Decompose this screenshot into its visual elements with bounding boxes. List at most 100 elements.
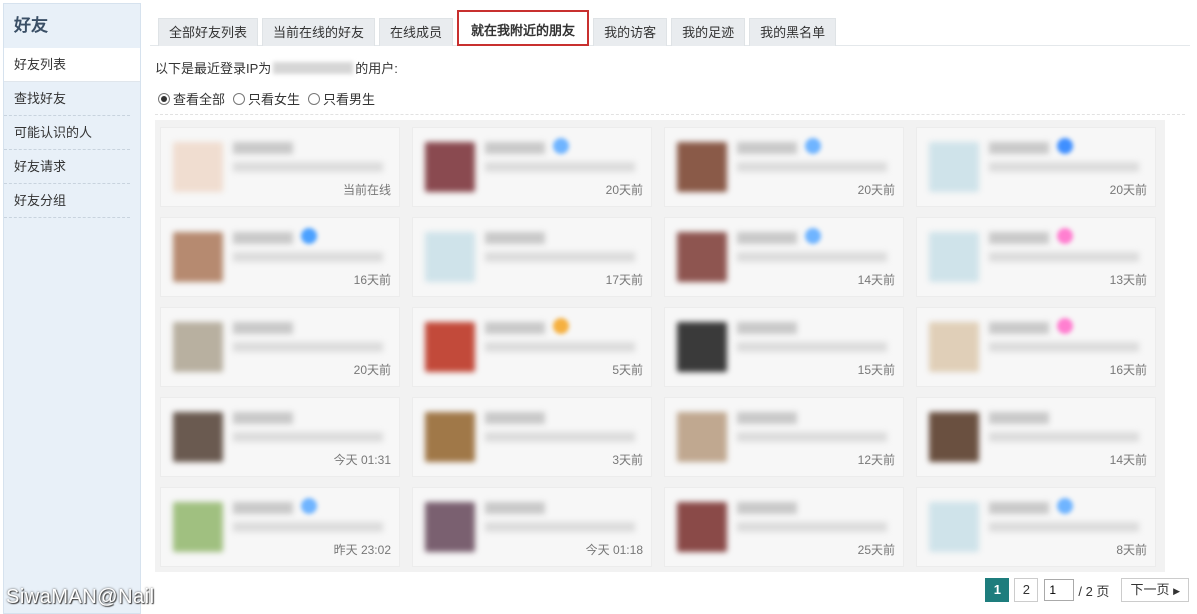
user-badge-icon [553, 318, 569, 334]
tab-online-friends[interactable]: 当前在线的好友 [262, 18, 376, 46]
filter-all[interactable]: 查看全部 [158, 89, 225, 108]
user-name-redacted[interactable] [737, 232, 797, 244]
user-name-redacted[interactable] [989, 322, 1049, 334]
sidebar-item-friend-requests[interactable]: 好友请求 [4, 150, 130, 184]
user-name-redacted[interactable] [233, 232, 293, 244]
user-info-redacted [485, 162, 635, 172]
avatar[interactable] [677, 142, 727, 192]
user-card[interactable]: 3天前 [412, 397, 652, 477]
page-2-button[interactable]: 2 [1014, 578, 1039, 602]
user-card[interactable]: 昨天 23:02 [160, 487, 400, 567]
ip-suffix: 的用户: [355, 61, 398, 76]
avatar[interactable] [425, 232, 475, 282]
avatar[interactable] [677, 412, 727, 462]
user-card[interactable]: 17天前 [412, 217, 652, 297]
avatar[interactable] [173, 142, 223, 192]
user-name-redacted[interactable] [989, 232, 1049, 244]
avatar[interactable] [929, 322, 979, 372]
user-card[interactable]: 8天前 [916, 487, 1156, 567]
user-info-redacted [233, 162, 383, 172]
avatar[interactable] [677, 502, 727, 552]
tab-online-members[interactable]: 在线成员 [379, 18, 454, 46]
avatar[interactable] [425, 412, 475, 462]
avatar[interactable] [425, 142, 475, 192]
page-number-input[interactable] [1044, 579, 1075, 601]
tab-bar: 全部好友列表 当前在线的好友 在线成员 就在我附近的朋友 我的访客 我的足迹 我… [158, 10, 840, 46]
user-name-redacted[interactable] [233, 142, 293, 154]
avatar[interactable] [929, 232, 979, 282]
sidebar-item-find-friends[interactable]: 查找好友 [4, 82, 130, 116]
avatar[interactable] [929, 142, 979, 192]
user-name-redacted[interactable] [485, 142, 545, 154]
user-card[interactable]: 14天前 [916, 397, 1156, 477]
avatar[interactable] [677, 232, 727, 282]
user-name-redacted[interactable] [989, 142, 1049, 154]
radio-all[interactable] [158, 92, 170, 105]
user-name-redacted[interactable] [233, 412, 293, 424]
filter-female[interactable]: 只看女生 [233, 89, 300, 108]
sidebar-item-people-you-may-know[interactable]: 可能认识的人 [4, 116, 130, 150]
last-active-time: 14天前 [1109, 453, 1147, 467]
user-name-redacted[interactable] [233, 502, 293, 514]
filter-male[interactable]: 只看男生 [308, 89, 375, 108]
user-name-redacted[interactable] [737, 142, 797, 154]
tab-my-blacklist[interactable]: 我的黑名单 [749, 18, 837, 46]
user-name-redacted[interactable] [737, 322, 797, 334]
avatar[interactable] [173, 322, 223, 372]
user-card[interactable]: 16天前 [916, 307, 1156, 387]
last-active-time: 昨天 23:02 [333, 543, 391, 557]
user-name-redacted[interactable] [485, 232, 545, 244]
user-card[interactable]: 20天前 [664, 127, 904, 207]
last-active-time: 今天 01:18 [585, 543, 643, 557]
last-active-time: 8天前 [1116, 543, 1147, 557]
tab-all-friends[interactable]: 全部好友列表 [158, 18, 259, 46]
user-card[interactable]: 12天前 [664, 397, 904, 477]
avatar[interactable] [929, 502, 979, 552]
user-card[interactable]: 今天 01:18 [412, 487, 652, 567]
user-badge-icon [1057, 138, 1073, 154]
user-name-redacted[interactable] [737, 502, 797, 514]
page-1-button[interactable]: 1 [985, 578, 1010, 602]
avatar[interactable] [425, 322, 475, 372]
user-name-redacted[interactable] [485, 502, 545, 514]
avatar[interactable] [173, 412, 223, 462]
avatar[interactable] [425, 502, 475, 552]
avatar[interactable] [677, 322, 727, 372]
user-name-redacted[interactable] [233, 322, 293, 334]
user-card[interactable]: 20天前 [412, 127, 652, 207]
radio-male[interactable] [308, 92, 321, 105]
last-active-time: 14天前 [857, 273, 895, 287]
user-card[interactable]: 25天前 [664, 487, 904, 567]
user-info-redacted [989, 432, 1139, 442]
user-name-redacted[interactable] [737, 412, 797, 424]
user-card[interactable]: 14天前 [664, 217, 904, 297]
avatar[interactable] [929, 412, 979, 462]
sidebar-item-friend-groups[interactable]: 好友分组 [4, 184, 130, 218]
user-name-redacted[interactable] [485, 412, 545, 424]
radio-female[interactable] [233, 92, 246, 105]
user-info-redacted [737, 162, 887, 172]
next-page-button[interactable]: 下一页 ▶ [1121, 578, 1189, 602]
user-name-redacted[interactable] [485, 322, 545, 334]
user-card[interactable]: 今天 01:31 [160, 397, 400, 477]
user-name-redacted[interactable] [989, 412, 1049, 424]
user-badge-icon [1057, 498, 1073, 514]
avatar[interactable] [173, 232, 223, 282]
user-card[interactable]: 15天前 [664, 307, 904, 387]
next-page-label: 下一页 [1130, 582, 1170, 597]
user-card[interactable]: 20天前 [916, 127, 1156, 207]
tab-nearby-friends[interactable]: 就在我附近的朋友 [457, 10, 590, 46]
tab-my-footprints[interactable]: 我的足迹 [671, 18, 746, 46]
ip-redacted [273, 61, 354, 74]
avatar[interactable] [173, 502, 223, 552]
user-card[interactable]: 20天前 [160, 307, 400, 387]
sidebar-title: 好友 [14, 16, 48, 35]
user-card[interactable]: 16天前 [160, 217, 400, 297]
user-card[interactable]: 5天前 [412, 307, 652, 387]
user-card[interactable]: 当前在线 [160, 127, 400, 207]
user-info-redacted [989, 162, 1139, 172]
user-name-redacted[interactable] [989, 502, 1049, 514]
tab-my-visitors[interactable]: 我的访客 [593, 18, 668, 46]
sidebar-item-friend-list[interactable]: 好友列表 [4, 48, 140, 82]
user-card[interactable]: 13天前 [916, 217, 1156, 297]
